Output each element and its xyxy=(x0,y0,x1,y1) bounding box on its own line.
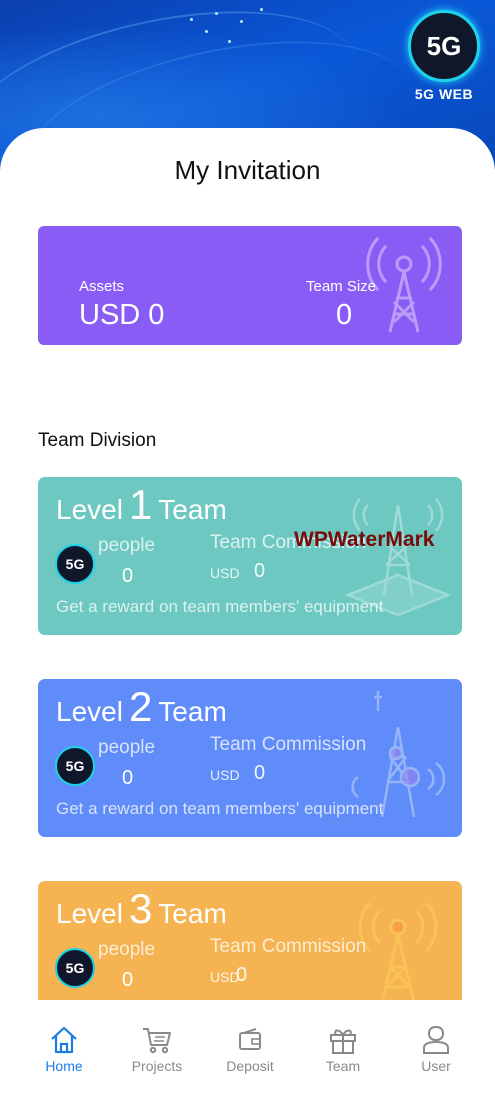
brand-name: 5G WEB xyxy=(414,86,474,102)
commission-label: Team Commission xyxy=(210,936,367,957)
team-level-title: Level 1 Team xyxy=(56,481,227,529)
tab-label: User xyxy=(421,1058,451,1074)
gift-icon xyxy=(330,1029,356,1054)
logo-5g-icon: 5G xyxy=(55,746,95,786)
tab-home[interactable]: Home xyxy=(24,1024,104,1074)
commission-currency: USD xyxy=(210,767,240,783)
logo-5g-icon: 5G xyxy=(55,948,95,988)
sparkle-dot xyxy=(190,18,193,21)
tab-label: Deposit xyxy=(226,1058,274,1074)
level-suffix: Team xyxy=(158,696,227,727)
logo-5g-icon: 5G xyxy=(408,10,480,82)
team-level-card[interactable]: Level 1 Team 5G people 0 Team Commission U… xyxy=(38,477,462,635)
reward-text: Get a reward on team members' equipment xyxy=(56,799,384,818)
commission-value: 0 xyxy=(236,964,248,986)
wallet-icon xyxy=(239,1028,261,1050)
level-suffix: Team xyxy=(158,898,227,929)
team-division-title: Team Division xyxy=(38,430,157,451)
commission-label: Team Commission xyxy=(210,734,367,755)
tab-label: Team xyxy=(325,1058,361,1074)
tab-label: Projects xyxy=(131,1058,183,1074)
user-icon xyxy=(423,1026,449,1054)
level-prefix: Level xyxy=(56,898,123,929)
people-label: people xyxy=(98,737,156,758)
sparkle-dot xyxy=(215,12,218,15)
people-value: 0 xyxy=(122,767,134,789)
team-level-title: Level 3 Team xyxy=(56,885,227,933)
level-suffix: Team xyxy=(158,494,227,525)
level-prefix: Level xyxy=(56,696,123,727)
cart-icon xyxy=(143,1028,171,1054)
assets-card: Assets USD 0 Team Size 0 xyxy=(38,226,462,345)
sparkle-dot xyxy=(260,8,263,11)
people-value: 0 xyxy=(122,969,134,991)
level-number: 2 xyxy=(128,683,153,730)
sparkle-dot xyxy=(240,20,243,23)
people-label: people xyxy=(98,535,156,556)
watermark-text: WPWaterMark xyxy=(294,528,435,551)
tab-deposit[interactable]: Deposit xyxy=(210,1024,290,1074)
tab-team[interactable]: Team xyxy=(303,1024,383,1074)
sparkle-dot xyxy=(205,30,208,33)
assets-label: Assets xyxy=(79,278,125,295)
tab-label: Home xyxy=(45,1058,83,1074)
level-number: 1 xyxy=(128,481,153,528)
level-prefix: Level xyxy=(56,494,123,525)
home-icon xyxy=(51,1026,77,1054)
tab-user[interactable]: User xyxy=(396,1024,476,1074)
reward-text: Get a reward on team members' equipment xyxy=(56,597,384,616)
people-label: people xyxy=(98,939,156,960)
page-title: My Invitation xyxy=(174,155,321,185)
tab-projects[interactable]: Projects xyxy=(117,1024,197,1074)
commission-value: 0 xyxy=(254,560,266,582)
team-level-card[interactable]: Level 2 Team 5G people 0 Team Commission U… xyxy=(38,679,462,837)
bottom-tab-bar: Home Projects Deposit Team User xyxy=(0,1000,495,1095)
commission-value: 0 xyxy=(254,762,266,784)
commission-currency: USD xyxy=(210,565,240,581)
logo-5g-icon: 5G xyxy=(55,544,95,584)
brand-logo: 5G 5G WEB xyxy=(403,10,485,102)
team-size-value: 0 xyxy=(336,299,353,331)
sparkle-dot xyxy=(228,40,231,43)
assets-value: USD 0 xyxy=(79,299,165,331)
team-level-title: Level 2 Team xyxy=(56,683,227,731)
people-value: 0 xyxy=(122,565,134,587)
team-size-label: Team Size xyxy=(306,278,377,295)
level-number: 3 xyxy=(128,885,153,932)
